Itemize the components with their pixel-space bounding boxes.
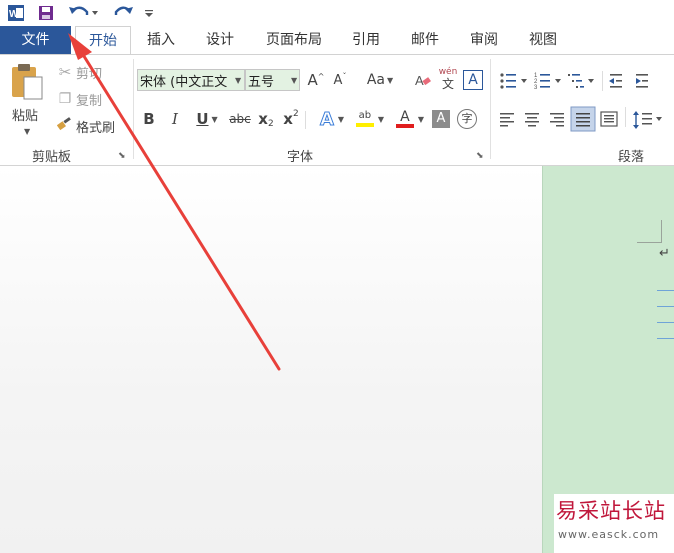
annotation-arrow-icon bbox=[68, 33, 281, 371]
watermark-url: www.easck.com bbox=[558, 528, 660, 541]
watermark-title: 易采站长站 bbox=[556, 499, 666, 523]
watermark: 易采站长站 www.easck.com bbox=[554, 494, 674, 553]
